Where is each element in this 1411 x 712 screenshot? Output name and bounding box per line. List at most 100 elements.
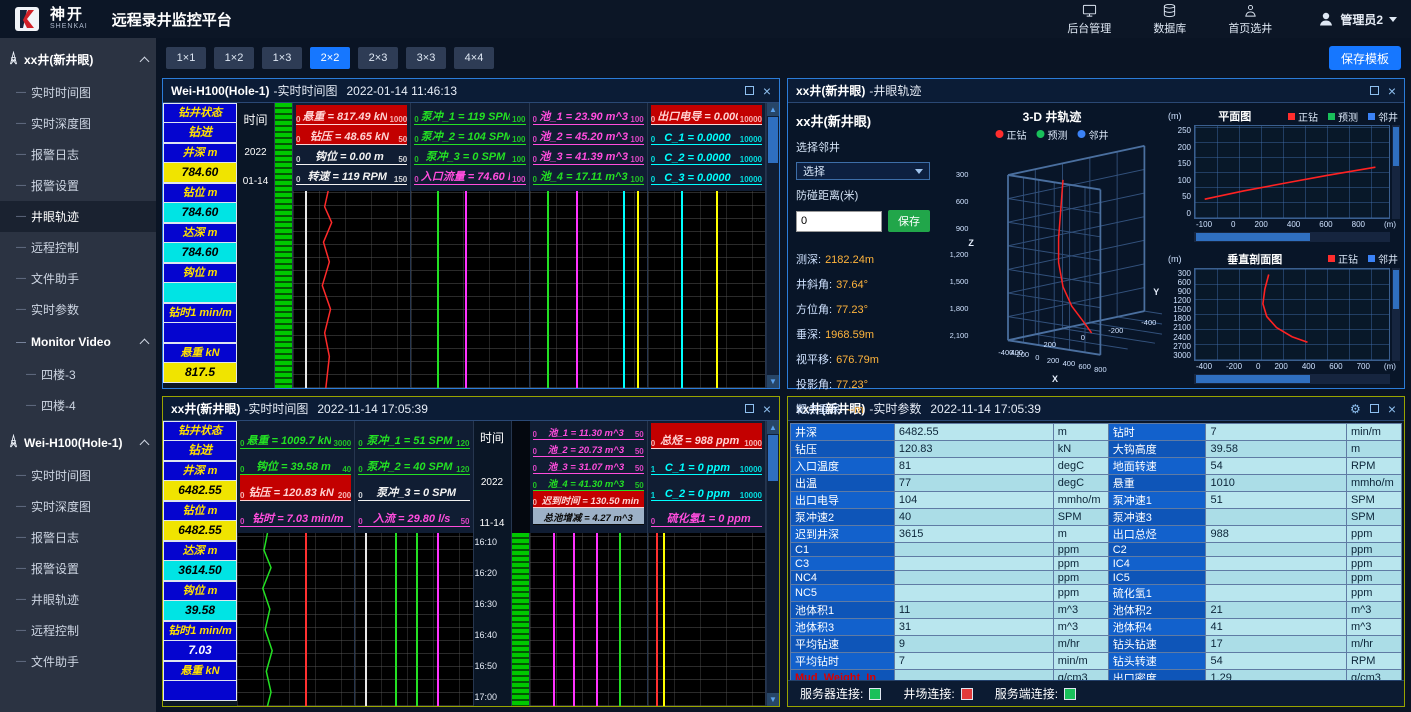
scroll-down-button[interactable]: ▼ [767, 375, 779, 388]
sidebar-item[interactable]: —实时深度图 [0, 491, 156, 522]
expand-icon[interactable] [745, 404, 754, 413]
save-distance-button[interactable]: 保存 [888, 210, 930, 232]
sidebar-item[interactable]: —四楼-3 [0, 359, 156, 390]
sidebar-well-0[interactable]: xx井(新井眼) [0, 42, 156, 77]
scale-min: 0 [358, 465, 362, 474]
param-row: 泵冲速240SPM泵冲速3SPM [791, 509, 1402, 526]
sidebar-item[interactable]: —报警日志 [0, 139, 156, 170]
sidebar-item[interactable]: —文件助手 [0, 646, 156, 677]
sidebar-item[interactable]: —远程控制 [0, 232, 156, 263]
sidebar-item[interactable]: —实时时间图 [0, 460, 156, 491]
curve-scale-label: 0泵冲_1 = 119 SPM100 [414, 105, 525, 125]
sidebar-item[interactable]: —报警设置 [0, 170, 156, 201]
scroll-thumb[interactable] [1196, 233, 1310, 241]
stat-value: 676.79m [836, 354, 879, 366]
param-value: 31 [894, 619, 1053, 636]
scale-min: 0 [358, 517, 362, 526]
close-icon[interactable]: × [763, 402, 771, 416]
expand-icon[interactable] [1370, 404, 1379, 413]
sidebar-item[interactable]: —实时参数 [0, 294, 156, 325]
layout-2x3-button[interactable]: 2×3 [358, 47, 398, 69]
expand-icon[interactable] [1370, 86, 1379, 95]
settings-icon[interactable]: ⚙ [1350, 403, 1361, 415]
sidebar-item[interactable]: —井眼轨迹 [0, 584, 156, 615]
parameter-value: 784.60 [163, 202, 237, 223]
tree-dash-icon: — [16, 304, 26, 315]
scroll-thumb[interactable] [768, 117, 778, 163]
sidebar-item[interactable]: —报警设置 [0, 553, 156, 584]
scroll-down-button[interactable]: ▼ [767, 693, 779, 706]
layout-1x2-button[interactable]: 1×2 [214, 47, 254, 69]
close-icon[interactable]: × [1388, 402, 1396, 416]
user-menu[interactable]: 管理员2 [1318, 11, 1397, 28]
sidebar-item[interactable]: —报警日志 [0, 522, 156, 553]
scale-max: 50 [398, 135, 407, 144]
parameter-column: 钻井状态钻进井深 m784.60钻位 m784.60达深 m784.60钩位 m… [163, 103, 237, 388]
main-area: 1×11×21×32×22×33×34×4 保存模板 Wei-H100(Hole… [156, 38, 1411, 712]
sidebar-item[interactable]: —实时时间图 [0, 77, 156, 108]
nav-home[interactable]: 首页选井 [1228, 3, 1272, 36]
tree-dash-icon: — [16, 149, 26, 160]
scroll-thumb[interactable] [1393, 127, 1399, 166]
sidebar-item[interactable]: —实时深度图 [0, 108, 156, 139]
scale-text: C_1 = 0.0000 [657, 132, 738, 144]
close-icon[interactable]: × [763, 84, 771, 98]
parameter-box: 钻井状态钻进 [163, 103, 237, 143]
vertical-scrollbar[interactable] [1392, 125, 1400, 219]
scroll-up-button[interactable]: ▲ [767, 421, 779, 434]
scroll-thumb[interactable] [1393, 270, 1399, 309]
scroll-thumb[interactable] [1196, 375, 1310, 383]
legend-label: 正钻 [1298, 109, 1318, 124]
layout-1x3-button[interactable]: 1×3 [262, 47, 302, 69]
vertical-scrollbar[interactable]: ▲▼ [766, 103, 779, 388]
sidebar-item-label: 四楼-3 [41, 366, 76, 383]
layout-3x3-button[interactable]: 3×3 [406, 47, 446, 69]
sidebar-item[interactable]: —远程控制 [0, 615, 156, 646]
time-tick: 17:00 [475, 692, 510, 702]
expand-icon[interactable] [745, 86, 754, 95]
legend-label: 邻井 [1378, 251, 1398, 266]
collision-distance-input[interactable] [796, 211, 882, 232]
nav-database[interactable]: 数据库 [1153, 3, 1186, 36]
scroll-thumb[interactable] [768, 435, 778, 481]
vertical-scrollbar[interactable]: ▲▼ [766, 421, 779, 706]
section-view-chart: (m)垂直剖面图正钻邻井3006009001200150018002100240… [1166, 250, 1400, 385]
sidebar-item[interactable]: —四楼-4 [0, 390, 156, 421]
scale-min: 0 [414, 115, 418, 124]
param-value: 7 [894, 653, 1053, 670]
legend-item: 预测 [1037, 127, 1068, 142]
trajectory-side-charts: (m)平面图正钻预测邻井250200150100500-100020040060… [1166, 103, 1404, 388]
layout-4x4-button[interactable]: 4×4 [454, 47, 494, 69]
y-axis-tick: 1500 [1173, 305, 1191, 314]
param-unit: mmho/m [1346, 475, 1401, 492]
horizontal-scrollbar[interactable] [1194, 232, 1390, 242]
sidebar-item[interactable]: —井眼轨迹 [0, 201, 156, 232]
y-axis-tick: 2400 [1173, 333, 1191, 342]
layout-1x1-button[interactable]: 1×1 [166, 47, 206, 69]
mini-chart-header: (m)垂直剖面图正钻邻井 [1166, 250, 1400, 268]
sidebar-well-1[interactable]: Wei-H100(Hole-1) [0, 425, 156, 460]
close-icon[interactable]: × [1388, 84, 1396, 98]
vertical-scrollbar[interactable] [1392, 268, 1400, 362]
layout-2x2-button[interactable]: 2×2 [310, 47, 350, 69]
sidebar-monitor-video[interactable]: —Monitor Video [0, 325, 156, 359]
track-plot [648, 533, 765, 706]
status-label: 服务器连接: [800, 685, 863, 702]
curve-line [465, 191, 467, 388]
neighbor-well-select[interactable]: 选择 [796, 162, 930, 180]
scroll-up-button[interactable]: ▲ [767, 103, 779, 116]
params-table-wrap: 井深6482.55m钻时7min/m钻压120.83kN大钩高度39.58m入口… [790, 423, 1402, 687]
save-template-button[interactable]: 保存模板 [1329, 46, 1401, 70]
horizontal-scrollbar[interactable] [1194, 374, 1390, 384]
panel-actions: ⚙ × [1350, 402, 1396, 416]
panel-title-suffix: -实时时间图 [273, 82, 337, 99]
nav-admin[interactable]: 后台管理 [1067, 3, 1111, 36]
scale-min: 0 [296, 135, 300, 144]
track-header: 0池_1 = 11.30 m^3500池_2 = 20.73 m^3500池_3… [530, 421, 647, 533]
curve-line [547, 191, 549, 388]
sidebar-item[interactable]: —文件助手 [0, 263, 156, 294]
param-unit: m^3 [1053, 619, 1108, 636]
param-unit: ppm [1053, 571, 1108, 585]
tree-dash-icon: — [16, 594, 26, 605]
scale-min: 0 [533, 464, 537, 473]
